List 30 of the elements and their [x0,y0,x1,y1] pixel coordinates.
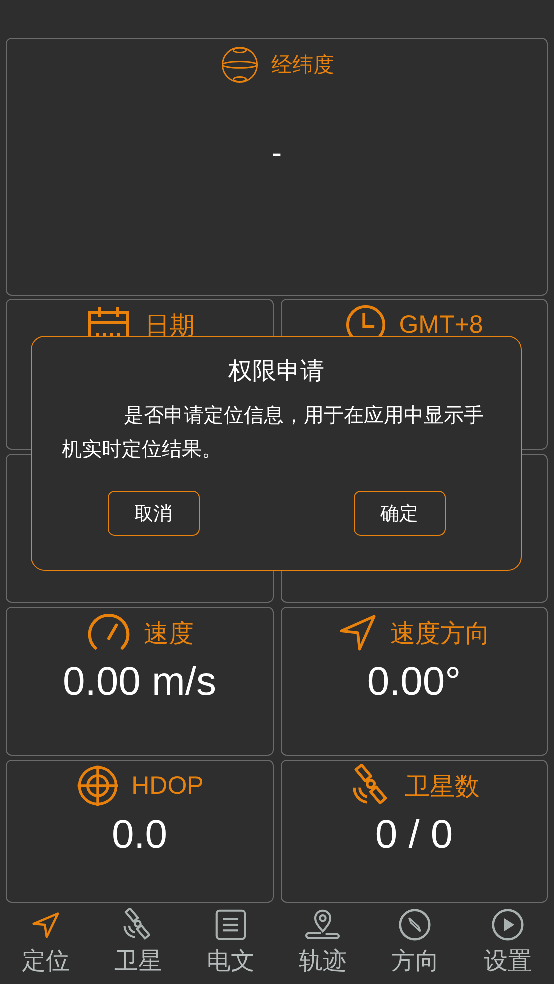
card-title: 日期 [144,310,195,342]
map-pin-icon [305,909,342,941]
nav-tab[interactable]: 定位 [6,907,86,984]
dialog-message: 是否申请定位信息，用于在应用中显示手机实时定位结果。 [62,404,485,463]
cancel-button[interactable]: 取消 [108,491,200,536]
play-icon [490,908,525,942]
card-value: 0.0 [112,813,168,858]
card-title: 速度 [144,618,194,650]
card-title: 卫星数 [404,772,480,802]
card-title: GMT+8 [399,310,484,340]
card-title: 经纬度 [272,53,334,79]
crosshair-icon [76,764,120,808]
navigation-arrow-icon [31,910,62,940]
nav-tab[interactable]: 设置 [468,907,548,984]
card-value: 0.00° [367,660,462,705]
nav-tab[interactable]: 卫星 [98,907,178,984]
coordinates-value: - [272,137,282,171]
dialog-title: 权限申请 [228,357,324,387]
card-title: HDOP [132,772,204,800]
globe-icon [220,45,260,85]
card-value: 0 / 0 [375,813,454,858]
nav-tab[interactable]: 轨迹 [283,907,364,984]
card-value: 0.00 m/s [63,660,216,705]
nav-tab[interactable]: 电文 [190,907,271,984]
card-title: 速度方向 [390,618,490,650]
nav-tab[interactable]: 方向 [375,907,456,984]
compass-icon [398,908,432,942]
confirm-button[interactable]: 确定 [354,491,446,536]
document-icon [214,909,247,941]
navigation-arrow-icon [338,613,378,653]
